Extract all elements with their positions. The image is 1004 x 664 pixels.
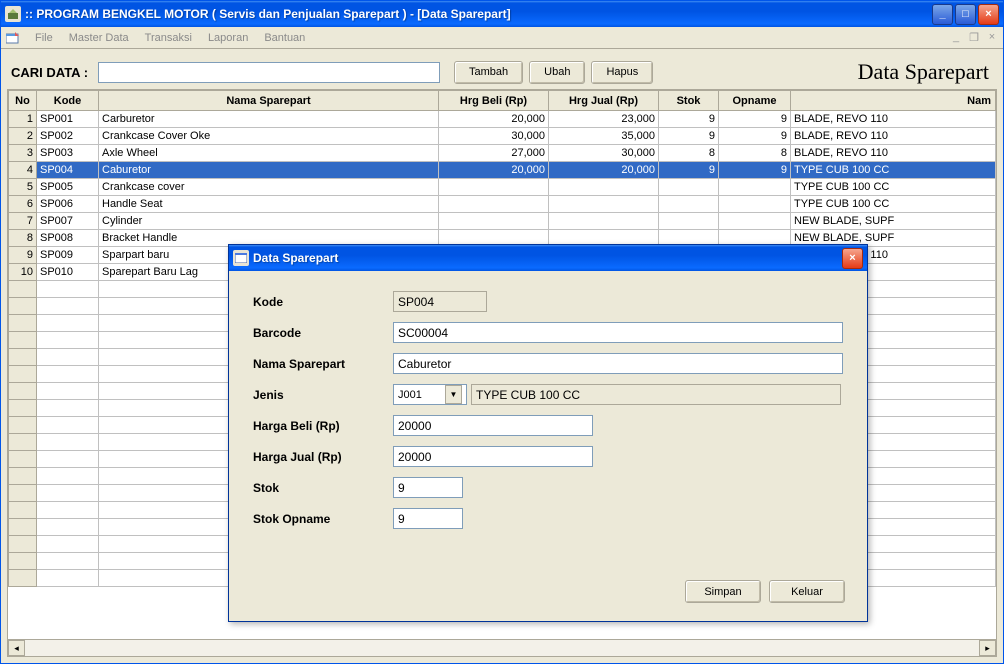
dialog-close-button[interactable]: ×	[842, 248, 863, 269]
label-jenis: Jenis	[253, 388, 393, 402]
hapus-button[interactable]: Hapus	[591, 61, 653, 84]
jenis-combo[interactable]: J001 ▼	[393, 384, 467, 405]
main-window: :: PROGRAM BENGKEL MOTOR ( Servis dan Pe…	[0, 0, 1004, 664]
label-nama: Nama Sparepart	[253, 357, 393, 371]
col-hrg-beli[interactable]: Hrg Beli (Rp)	[439, 91, 549, 111]
dialog-title: Data Sparepart	[253, 251, 842, 265]
minimize-button[interactable]: _	[932, 4, 953, 25]
page-title: Data Sparepart	[858, 59, 989, 85]
client-area: CARI DATA : Tambah Ubah Hapus Data Spare…	[1, 49, 1003, 663]
col-stok[interactable]: Stok	[659, 91, 719, 111]
table-row[interactable]: 1SP001Carburetor20,00023,00099BLADE, REV…	[9, 111, 996, 128]
close-button[interactable]: ×	[978, 4, 999, 25]
maximize-button[interactable]: □	[955, 4, 976, 25]
menu-bar: File Master Data Transaksi Laporan Bantu…	[1, 27, 1003, 49]
col-no[interactable]: No	[9, 91, 37, 111]
search-label: CARI DATA :	[11, 65, 88, 80]
dialog-titlebar[interactable]: Data Sparepart ×	[229, 245, 867, 271]
toolbar: CARI DATA : Tambah Ubah Hapus Data Spare…	[7, 55, 997, 89]
mdi-icon	[5, 30, 21, 46]
main-titlebar[interactable]: :: PROGRAM BENGKEL MOTOR ( Servis dan Pe…	[1, 1, 1003, 27]
col-opname[interactable]: Opname	[719, 91, 791, 111]
mdi-minimize-icon[interactable]: _	[949, 31, 963, 44]
main-title: :: PROGRAM BENGKEL MOTOR ( Servis dan Pe…	[25, 7, 932, 21]
opname-field[interactable]	[393, 508, 463, 529]
label-harga-beli: Harga Beli (Rp)	[253, 419, 393, 433]
menu-laporan[interactable]: Laporan	[200, 30, 256, 46]
table-row[interactable]: 3SP003Axle Wheel27,00030,00088BLADE, REV…	[9, 145, 996, 162]
nama-field[interactable]	[393, 353, 843, 374]
sparepart-dialog: Data Sparepart × Kode Barcode Nama Spare…	[228, 244, 868, 622]
keluar-button[interactable]: Keluar	[769, 580, 845, 603]
simpan-button[interactable]: Simpan	[685, 580, 761, 603]
table-row[interactable]: 4SP004Caburetor20,00020,00099TYPE CUB 10…	[9, 162, 996, 179]
tambah-button[interactable]: Tambah	[454, 61, 523, 84]
ubah-button[interactable]: Ubah	[529, 61, 585, 84]
label-harga-jual: Harga Jual (Rp)	[253, 450, 393, 464]
menu-master-data[interactable]: Master Data	[61, 30, 137, 46]
mdi-close-icon[interactable]: ×	[985, 31, 999, 44]
app-icon	[5, 6, 21, 22]
col-kode[interactable]: Kode	[37, 91, 99, 111]
table-row[interactable]: 2SP002Crankcase Cover Oke30,00035,00099B…	[9, 128, 996, 145]
harga-beli-field[interactable]	[393, 415, 593, 436]
label-kode: Kode	[253, 295, 393, 309]
table-row[interactable]: 7SP007CylinderNEW BLADE, SUPF	[9, 213, 996, 230]
menu-bantuan[interactable]: Bantuan	[256, 30, 313, 46]
col-nama[interactable]: Nama Sparepart	[99, 91, 439, 111]
label-barcode: Barcode	[253, 326, 393, 340]
scroll-left-icon[interactable]: ◂	[8, 640, 25, 656]
search-input[interactable]	[98, 62, 440, 83]
col-hrg-jual[interactable]: Hrg Jual (Rp)	[549, 91, 659, 111]
harga-jual-field[interactable]	[393, 446, 593, 467]
horizontal-scrollbar[interactable]: ◂ ▸	[8, 639, 996, 656]
scroll-right-icon[interactable]: ▸	[979, 640, 996, 656]
barcode-field[interactable]	[393, 322, 843, 343]
dialog-icon	[233, 250, 249, 266]
label-opname: Stok Opname	[253, 512, 393, 526]
kode-field	[393, 291, 487, 312]
scroll-track[interactable]	[25, 640, 979, 656]
jenis-desc-field	[471, 384, 841, 405]
jenis-code: J001	[398, 389, 443, 401]
label-stok: Stok	[253, 481, 393, 495]
table-row[interactable]: 6SP006Handle SeatTYPE CUB 100 CC	[9, 196, 996, 213]
stok-field[interactable]	[393, 477, 463, 498]
col-nam[interactable]: Nam	[791, 91, 996, 111]
menu-transaksi[interactable]: Transaksi	[137, 30, 200, 46]
table-row[interactable]: 5SP005Crankcase coverTYPE CUB 100 CC	[9, 179, 996, 196]
menu-file[interactable]: File	[27, 30, 61, 46]
chevron-down-icon[interactable]: ▼	[445, 385, 462, 404]
mdi-restore-icon[interactable]: ❐	[967, 31, 981, 44]
